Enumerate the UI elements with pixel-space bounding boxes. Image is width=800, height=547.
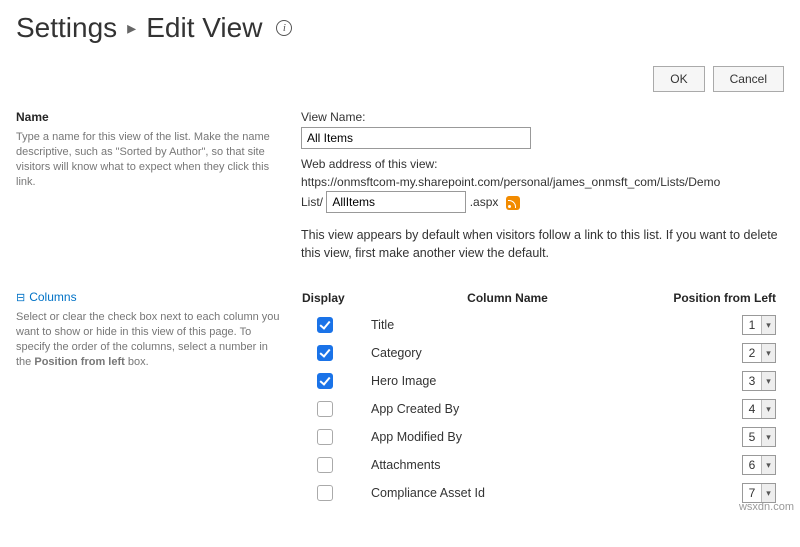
view-slug-input[interactable] xyxy=(326,191,466,213)
column-name-cell: App Modified By xyxy=(371,423,644,451)
chevron-down-icon[interactable]: ▾ xyxy=(761,372,775,390)
table-row: Title 1▾ xyxy=(301,311,784,339)
breadcrumb-root[interactable]: Settings xyxy=(16,12,117,44)
columns-table: Display Column Name Position from Left T… xyxy=(301,290,784,507)
column-name-cell: Attachments xyxy=(371,451,644,479)
th-position: Position from Left xyxy=(644,290,784,311)
position-select[interactable]: 1▾ xyxy=(742,315,776,335)
columns-help-text: Select or clear the check box next to ea… xyxy=(16,310,281,369)
position-select[interactable]: 7▾ xyxy=(742,483,776,503)
display-checkbox[interactable] xyxy=(317,401,333,417)
th-column-name: Column Name xyxy=(371,290,644,311)
cancel-button[interactable]: Cancel xyxy=(713,66,784,92)
chevron-down-icon[interactable]: ▾ xyxy=(761,428,775,446)
column-name-cell: Compliance Asset Id xyxy=(371,479,644,507)
collapse-icon[interactable]: ⊟ xyxy=(16,291,25,304)
columns-heading[interactable]: Columns xyxy=(29,290,76,304)
display-checkbox[interactable] xyxy=(317,373,333,389)
page-header: Settings ▸ Edit View i xyxy=(16,12,784,44)
default-view-note: This view appears by default when visito… xyxy=(301,227,784,262)
action-buttons: OK Cancel xyxy=(16,66,784,92)
chevron-down-icon[interactable]: ▾ xyxy=(761,456,775,474)
watermark: wsxdn.com xyxy=(739,501,794,513)
name-heading: Name xyxy=(16,110,281,124)
page-title: Edit View xyxy=(146,12,262,44)
name-section: Name Type a name for this view of the li… xyxy=(16,110,784,262)
view-name-input[interactable] xyxy=(301,127,531,149)
web-address-url: https://onmsftcom-my.sharepoint.com/pers… xyxy=(301,173,784,191)
column-name-cell: App Created By xyxy=(371,395,644,423)
table-row: App Created By 4▾ xyxy=(301,395,784,423)
display-checkbox[interactable] xyxy=(317,457,333,473)
position-select[interactable]: 2▾ xyxy=(742,343,776,363)
display-checkbox[interactable] xyxy=(317,345,333,361)
rss-icon[interactable] xyxy=(506,196,520,210)
column-name-cell: Title xyxy=(371,311,644,339)
table-row: Compliance Asset Id 7▾ xyxy=(301,479,784,507)
position-select[interactable]: 6▾ xyxy=(742,455,776,475)
chevron-down-icon[interactable]: ▾ xyxy=(761,316,775,334)
chevron-right-icon: ▸ xyxy=(127,18,136,39)
view-name-label: View Name: xyxy=(301,110,784,124)
display-checkbox[interactable] xyxy=(317,317,333,333)
column-name-cell: Category xyxy=(371,339,644,367)
column-name-cell: Hero Image xyxy=(371,367,644,395)
chevron-down-icon[interactable]: ▾ xyxy=(761,484,775,502)
table-row: Category 2▾ xyxy=(301,339,784,367)
web-address-suffix: .aspx xyxy=(470,195,499,209)
name-help-text: Type a name for this view of the list. M… xyxy=(16,130,281,189)
web-address-label: Web address of this view: xyxy=(301,155,784,173)
web-address-prefix: List/ xyxy=(301,195,323,209)
ok-button[interactable]: OK xyxy=(653,66,704,92)
chevron-down-icon[interactable]: ▾ xyxy=(761,344,775,362)
table-row: Hero Image 3▾ xyxy=(301,367,784,395)
table-row: Attachments 6▾ xyxy=(301,451,784,479)
table-row: App Modified By 5▾ xyxy=(301,423,784,451)
position-select[interactable]: 4▾ xyxy=(742,399,776,419)
chevron-down-icon[interactable]: ▾ xyxy=(761,400,775,418)
display-checkbox[interactable] xyxy=(317,485,333,501)
columns-section: ⊟ Columns Select or clear the check box … xyxy=(16,290,784,507)
info-icon[interactable]: i xyxy=(276,20,292,36)
position-select[interactable]: 3▾ xyxy=(742,371,776,391)
th-display: Display xyxy=(301,290,371,311)
display-checkbox[interactable] xyxy=(317,429,333,445)
position-select[interactable]: 5▾ xyxy=(742,427,776,447)
